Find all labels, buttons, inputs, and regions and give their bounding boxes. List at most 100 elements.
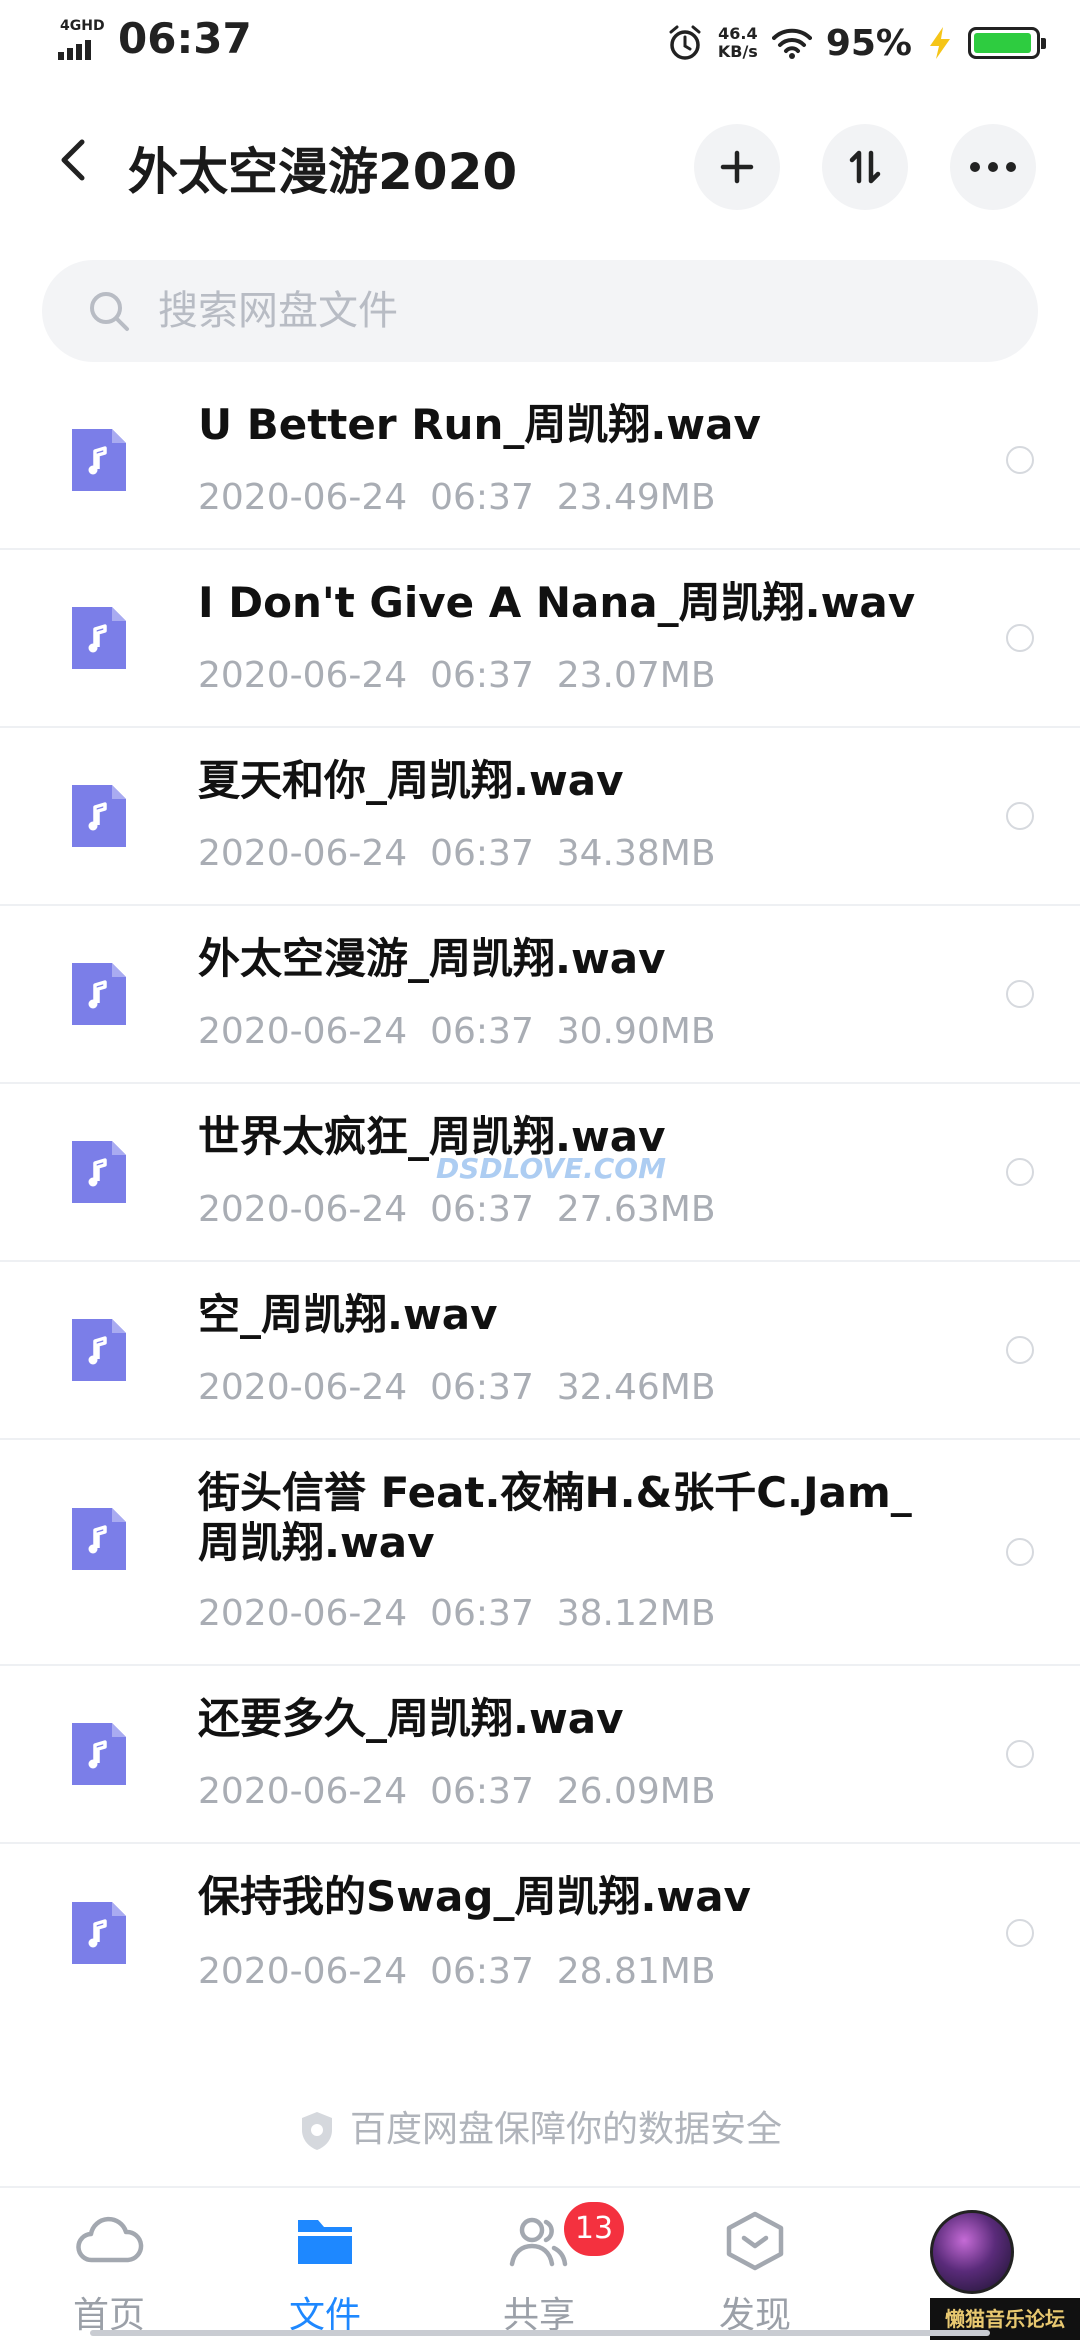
sort-button[interactable] [822, 124, 908, 210]
list-item[interactable]: 保持我的Swag_周凯翔.wav 2020-06-24 06:37 28.81M… [0, 1844, 1080, 2022]
select-checkbox[interactable] [1006, 1538, 1034, 1566]
file-size: 23.49MB [556, 477, 716, 518]
select-checkbox[interactable] [1006, 1158, 1034, 1186]
search-bar[interactable] [42, 260, 1038, 362]
file-time: 06:37 [430, 833, 534, 874]
file-time: 06:37 [430, 1011, 534, 1052]
speed-value: 46.4 [718, 24, 758, 43]
select-checkbox[interactable] [1006, 624, 1034, 652]
file-date: 2020-06-24 [198, 1593, 408, 1634]
file-date: 2020-06-24 [198, 477, 408, 518]
file-date: 2020-06-24 [198, 833, 408, 874]
file-time: 06:37 [430, 1771, 534, 1812]
file-meta: 2020-06-24 06:37 38.12MB [198, 1593, 716, 1634]
search-icon [90, 292, 129, 331]
header: 外太空漫游2020 [0, 96, 1080, 236]
select-checkbox[interactable] [1006, 446, 1034, 474]
plus-icon [720, 150, 754, 184]
search-input[interactable] [158, 260, 978, 362]
file-meta: 2020-06-24 06:37 32.46MB [198, 1367, 716, 1408]
home-indicator[interactable] [90, 2330, 990, 2336]
file-date: 2020-06-24 [198, 1951, 408, 1992]
file-date: 2020-06-24 [198, 1011, 408, 1052]
list-item[interactable]: U Better Run_周凯翔.wav 2020-06-24 06:37 23… [0, 372, 1080, 550]
shield-icon [301, 2112, 332, 2150]
security-note: 百度网盘保障你的数据安全 [0, 2100, 1080, 2152]
discover-icon [726, 2211, 784, 2271]
file-meta: 2020-06-24 06:37 30.90MB [198, 1011, 716, 1052]
file-name: 空_周凯翔.wav [198, 1290, 498, 1339]
file-meta: 2020-06-24 06:37 26.09MB [198, 1771, 716, 1812]
select-checkbox[interactable] [1006, 980, 1034, 1008]
music-file-icon [72, 1723, 126, 1785]
file-meta: 2020-06-24 06:37 23.07MB [198, 655, 716, 696]
battery-icon [968, 27, 1046, 59]
select-checkbox[interactable] [1006, 1919, 1034, 1947]
file-meta: 2020-06-24 06:37 28.81MB [198, 1951, 716, 1992]
sort-icon [849, 150, 881, 184]
music-file-icon [72, 429, 126, 491]
file-date: 2020-06-24 [198, 655, 408, 696]
file-name: 外太空漫游_周凯翔.wav [198, 934, 666, 983]
wifi-icon [771, 28, 812, 59]
security-note-text: 百度网盘保障你的数据安全 [349, 2109, 782, 2150]
avatar[interactable] [930, 2210, 1014, 2294]
select-checkbox[interactable] [1006, 1336, 1034, 1364]
file-time: 06:37 [430, 1189, 534, 1230]
bottom-tab-bar: 首页 文件 共享 13 发现 [0, 2186, 1080, 2340]
signal-bars-icon [58, 40, 94, 60]
file-list: U Better Run_周凯翔.wav 2020-06-24 06:37 23… [0, 372, 1080, 2022]
file-time: 06:37 [430, 1367, 534, 1408]
status-bar: 4GHD 06:37 46.4 KB/s 95% [0, 0, 1080, 86]
tab-home[interactable]: 首页 [34, 2210, 184, 2340]
back-arrow-icon[interactable] [46, 130, 106, 190]
list-item[interactable]: 空_周凯翔.wav 2020-06-24 06:37 32.46MB [0, 1262, 1080, 1440]
more-button[interactable] [950, 124, 1036, 210]
file-time: 06:37 [430, 477, 534, 518]
file-time: 06:37 [430, 1951, 534, 1992]
file-date: 2020-06-24 [198, 1367, 408, 1408]
music-file-icon [72, 1508, 126, 1570]
tab-discover[interactable]: 发现 [680, 2210, 830, 2340]
network-speed: 46.4 KB/s [718, 25, 758, 61]
music-file-icon [72, 607, 126, 669]
file-name: 保持我的Swag_周凯翔.wav [198, 1872, 751, 1921]
battery-fill [974, 33, 1031, 53]
file-name: 还要多久_周凯翔.wav [198, 1694, 624, 1743]
file-name: U Better Run_周凯翔.wav [198, 400, 761, 449]
list-item[interactable]: I Don't Give A Nana_周凯翔.wav 2020-06-24 0… [0, 550, 1080, 728]
file-size: 30.90MB [556, 1011, 716, 1052]
file-name: 夏天和你_周凯翔.wav [198, 756, 624, 805]
status-right-group: 46.4 KB/s 95% [666, 18, 1046, 68]
select-checkbox[interactable] [1006, 802, 1034, 830]
file-time: 06:37 [430, 1593, 534, 1634]
network-type: 4GHD [60, 18, 105, 34]
list-item[interactable]: 外太空漫游_周凯翔.wav 2020-06-24 06:37 30.90MB [0, 906, 1080, 1084]
file-size: 27.63MB [556, 1189, 716, 1230]
select-checkbox[interactable] [1006, 1740, 1034, 1768]
signal-indicator: 4GHD [58, 18, 108, 60]
watermark: DSDLOVE.COM [436, 1152, 666, 1185]
file-size: 23.07MB [556, 655, 716, 696]
share-people-icon [509, 2217, 568, 2267]
file-size: 32.46MB [556, 1367, 716, 1408]
file-size: 38.12MB [556, 1593, 716, 1634]
file-meta: 2020-06-24 06:37 34.38MB [198, 833, 716, 874]
file-size: 34.38MB [556, 833, 716, 874]
tab-files[interactable]: 文件 [250, 2210, 400, 2340]
music-file-icon [72, 1141, 126, 1203]
list-item[interactable]: 夏天和你_周凯翔.wav 2020-06-24 06:37 34.38MB [0, 728, 1080, 906]
file-meta: 2020-06-24 06:37 27.63MB [198, 1189, 716, 1230]
charging-bolt-icon [930, 27, 950, 59]
list-item[interactable]: 街头信誉 Feat.夜楠H.&张千C.Jam_周凯翔.wav 2020-06-2… [0, 1440, 1080, 1666]
notification-badge: 13 [564, 2202, 624, 2256]
battery-percent: 95% [825, 22, 912, 64]
file-name: I Don't Give A Nana_周凯翔.wav [198, 578, 916, 627]
cloud-icon [76, 2216, 144, 2263]
add-button[interactable] [694, 124, 780, 210]
more-icon [970, 162, 1016, 172]
file-size: 26.09MB [556, 1771, 716, 1812]
music-file-icon [72, 785, 126, 847]
list-item[interactable]: 还要多久_周凯翔.wav 2020-06-24 06:37 26.09MB [0, 1666, 1080, 1844]
speed-unit: KB/s [717, 42, 758, 61]
